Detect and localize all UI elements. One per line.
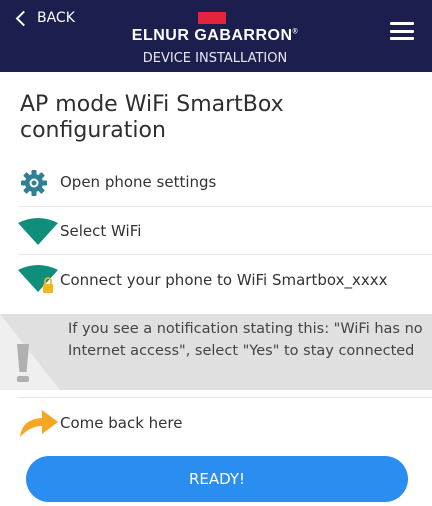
step-connect-wifi: Connect your phone to WiFi Smartbox_xxxx (0, 264, 432, 296)
menu-icon[interactable] (390, 22, 414, 40)
step-select-wifi: Select WiFi (0, 217, 432, 245)
step-label: Open phone settings (60, 173, 217, 191)
divider (18, 397, 432, 398)
brand-name: ELNUR GABARRON® (131, 27, 299, 44)
page-title: AP mode WiFi SmartBox configuration (20, 92, 284, 143)
header-subtitle: DEVICE INSTALLATION (142, 51, 288, 66)
divider (18, 206, 432, 207)
step-label: Select WiFi (60, 222, 142, 240)
warning-text: If you see a notification stating this: … (68, 321, 423, 359)
wifi-lock-icon (18, 264, 58, 300)
ready-button[interactable]: READY! (26, 456, 408, 502)
arrow-icon (18, 407, 60, 443)
step-label: Connect your phone to WiFi Smartbox_xxxx (60, 271, 388, 289)
gear-icon (18, 168, 50, 202)
step-label: Come back here (60, 414, 183, 432)
app-header: BACK ELNUR GABARRON® DEVICE INSTALLATION (0, 0, 432, 72)
back-label: BACK (37, 10, 75, 26)
step-come-back: Come back here (0, 407, 432, 439)
chevron-left-icon (15, 10, 32, 26)
back-button[interactable]: BACK (15, 10, 75, 26)
brand-logo-mark (198, 12, 226, 24)
warning-icon (0, 314, 60, 390)
step-open-settings: Open phone settings (0, 168, 432, 198)
divider (18, 254, 432, 255)
wifi-icon (18, 217, 58, 249)
warning-box: If you see a notification stating this: … (0, 314, 432, 390)
